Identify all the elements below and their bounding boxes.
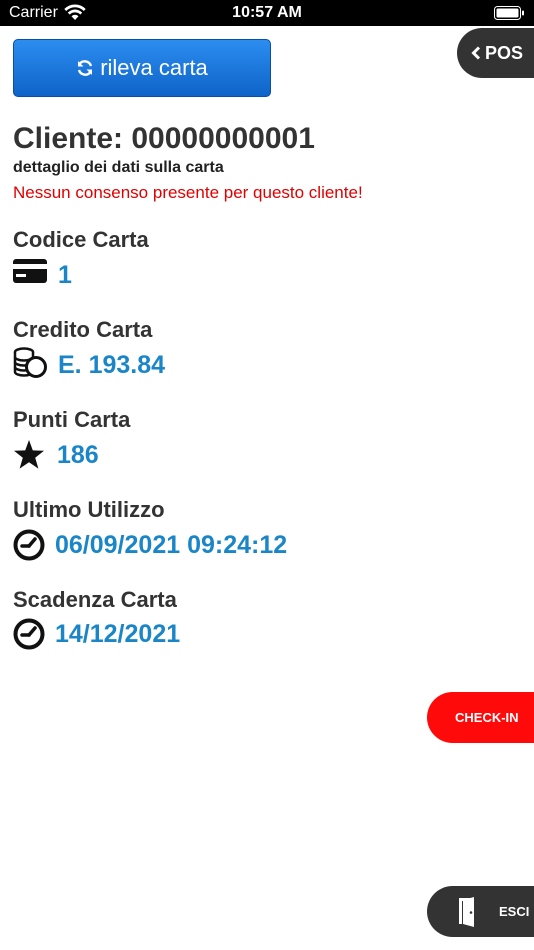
detect-card-button[interactable]: rileva carta [13,39,271,97]
battery-icon [494,6,524,20]
client-title: Cliente: 00000000001 [13,122,315,155]
star-icon [14,440,44,469]
card-expiry-label: Scadenza Carta [13,587,177,612]
card-expiry-value: 14/12/2021 [55,620,181,648]
consent-warning: Nessun consenso presente per questo clie… [13,183,363,202]
clock-icon [13,618,45,650]
card-code-label: Codice Carta [13,227,149,252]
checkin-label: CHECK-IN [455,710,519,725]
last-use-value: 06/09/2021 09:24:12 [55,531,288,559]
last-use-label: Ultimo Utilizzo [13,497,165,522]
status-time: 10:57 AM [232,4,302,21]
card-points-label: Punti Carta [13,407,131,432]
coins-icon [13,347,47,378]
client-subtitle: dettaglio dei dati sulla carta [13,159,224,176]
card-points-value: 186 [57,441,99,469]
card-credit-label: Credito Carta [13,317,153,342]
card-code-value: 1 [58,261,72,289]
checkin-button[interactable]: CHECK-IN [427,692,534,743]
credit-card-icon [13,259,47,283]
card-credit-value: E. 193.84 [58,351,166,379]
pos-button[interactable]: POS [457,28,534,78]
refresh-icon [78,60,93,76]
exit-button[interactable]: ESCI [427,886,534,937]
pos-label: POS [485,42,524,63]
clock-icon [13,529,45,561]
exit-label: ESCI [499,904,530,919]
detect-card-label: rileva carta [100,55,208,80]
status-bar: Carrier 10:57 AM [0,0,534,26]
chevron-left-icon [471,46,481,60]
door-exit-icon [459,896,474,927]
